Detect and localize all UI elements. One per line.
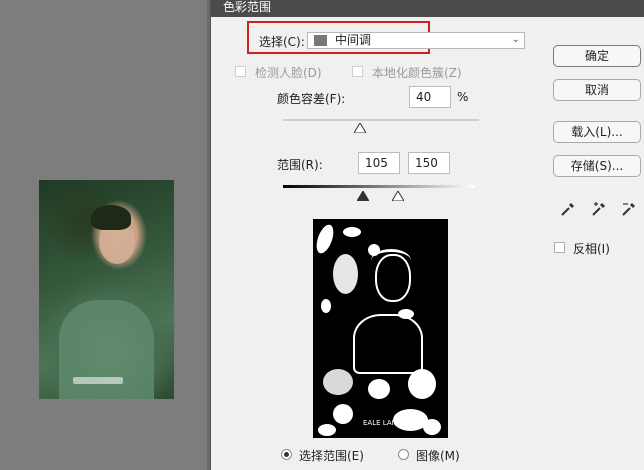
invert-checkbox[interactable]	[554, 242, 565, 253]
radio-selection[interactable]	[281, 449, 292, 460]
fuzziness-unit: %	[457, 90, 469, 104]
image-watermark	[73, 377, 123, 384]
radio-selection-label: 选择范围(E)	[299, 449, 364, 463]
range-slider-track[interactable]	[283, 185, 475, 188]
select-dropdown[interactable]: 中间调 ⌄	[307, 32, 525, 49]
radio-image[interactable]	[398, 449, 409, 460]
cancel-button[interactable]: 取消	[553, 79, 641, 101]
invert-label: 反相(I)	[573, 242, 610, 256]
select-swatch	[314, 35, 327, 46]
range-high-handle[interactable]	[392, 191, 404, 201]
mask-preview: EALE LAIE	[313, 219, 448, 438]
localized-clusters-label: 本地化颜色簇(Z)	[372, 66, 462, 80]
eyedropper-minus-icon[interactable]	[620, 200, 638, 218]
localized-clusters-checkbox[interactable]	[352, 66, 363, 77]
preview-watermark: EALE LAIE	[363, 419, 399, 427]
range-low-input[interactable]: 105	[358, 152, 400, 174]
select-value: 中间调	[335, 33, 372, 47]
document-image[interactable]	[39, 180, 174, 399]
range-low-handle[interactable]	[357, 191, 369, 201]
select-label: 选择(C):	[259, 35, 305, 49]
eyedropper-plus-icon[interactable]	[590, 200, 608, 218]
color-range-dialog: 色彩范围 选择(C): 中间调 ⌄ 检测人脸(D) 本地化颜色簇(Z) 颜色容差…	[210, 0, 644, 470]
eyedropper-icon[interactable]	[559, 200, 577, 218]
fuzziness-slider-handle[interactable]	[354, 123, 366, 133]
chevron-down-icon: ⌄	[511, 34, 520, 45]
dialog-titlebar[interactable]: 色彩范围	[211, 0, 644, 17]
range-label: 范围(R):	[277, 158, 323, 172]
fuzziness-slider-track[interactable]	[283, 119, 479, 121]
dialog-title: 色彩范围	[223, 0, 272, 14]
ok-button[interactable]: 确定	[553, 45, 641, 67]
detect-faces-label: 检测人脸(D)	[255, 66, 322, 80]
save-button[interactable]: 存储(S)...	[553, 155, 641, 177]
radio-image-label: 图像(M)	[416, 449, 460, 463]
fuzziness-label: 颜色容差(F):	[277, 92, 346, 106]
range-high-input[interactable]: 150	[408, 152, 450, 174]
detect-faces-checkbox[interactable]	[235, 66, 246, 77]
load-button[interactable]: 载入(L)...	[553, 121, 641, 143]
fuzziness-input[interactable]: 40	[409, 86, 451, 108]
